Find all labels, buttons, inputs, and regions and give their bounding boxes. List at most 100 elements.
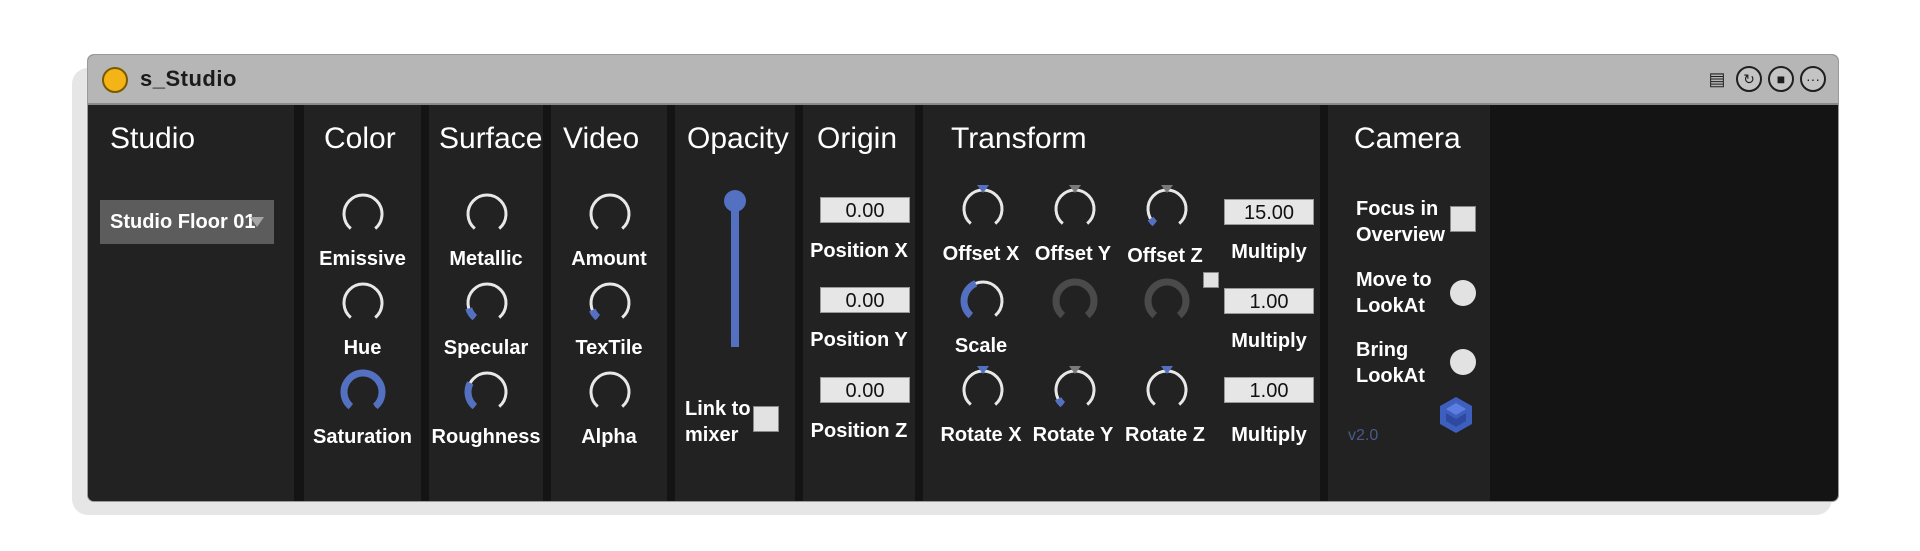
power-button[interactable]: [102, 67, 128, 93]
video-title: Video: [563, 122, 640, 155]
knob-fill: [340, 369, 386, 410]
multiply-rotate-field[interactable]: 1.00: [1224, 377, 1314, 403]
rotate-x-label: Rotate X: [940, 424, 1022, 446]
surface-panel: Surface Metallic Specular Roughness: [429, 105, 543, 501]
position-x-field[interactable]: 0.00: [820, 197, 910, 223]
link-to-mixer-checkbox[interactable]: [753, 406, 779, 432]
move-label-line1: Move to: [1356, 269, 1432, 291]
move-to-lookat-button[interactable]: [1450, 280, 1476, 306]
save-icon[interactable]: ■: [1768, 66, 1794, 92]
textile-knob[interactable]: [586, 277, 634, 332]
knob-fill: [465, 307, 478, 321]
video-panel: Video Amount TexTile Alpha: [551, 105, 667, 501]
metallic-label: Metallic: [449, 248, 523, 270]
textile-knob-graphic: [589, 282, 631, 321]
link-label-line2: mixer: [685, 424, 739, 446]
position-z-field[interactable]: 0.00: [820, 377, 910, 403]
rotate-z-label: Rotate Z: [1125, 424, 1205, 446]
knob-track: [962, 188, 1004, 225]
version-label: v2.0: [1348, 427, 1379, 444]
rotate-z-knob[interactable]: [1143, 364, 1191, 419]
metallic-knob[interactable]: [463, 188, 511, 243]
refresh-icon[interactable]: ↻: [1736, 66, 1762, 92]
offset-y-label: Offset Y: [1034, 243, 1112, 265]
alpha-label: Alpha: [581, 426, 637, 448]
link-label-line1: Link to: [685, 398, 751, 420]
opacity-panel: Opacity Link to mixer: [675, 105, 795, 501]
knob-fill: [960, 280, 978, 319]
surface-title: Surface: [439, 122, 543, 155]
amount-knob-graphic: [589, 193, 631, 230]
rotate-y-knob[interactable]: [1051, 364, 1099, 419]
more-icon[interactable]: ···: [1800, 66, 1826, 92]
device-window: s_Studio ▤ ↻ ■ ··· Studio Studio Floor 0…: [88, 55, 1838, 501]
camera-panel: Camera Focus in Overview Move to LookAt …: [1328, 105, 1490, 501]
move-label-line2: LookAt: [1356, 295, 1425, 317]
knob-fill: [1147, 216, 1158, 227]
offset-x-knob-graphic: [962, 185, 1004, 225]
position-z-label: Position Z: [810, 420, 908, 442]
opacity-slider-thumb[interactable]: [724, 190, 746, 212]
logo-icon: [1440, 397, 1472, 433]
knob-track: [342, 282, 384, 319]
scale-y-knob-disabled-graphic: [1052, 278, 1098, 319]
rotate-y-label: Rotate Y: [1032, 424, 1114, 446]
position-y-field[interactable]: 0.00: [820, 287, 910, 313]
multiply-rotate-label: Multiply: [1231, 424, 1307, 446]
scale-label: Scale: [954, 335, 1008, 357]
saturation-knob-graphic: [340, 369, 386, 410]
emissive-label: Emissive: [319, 248, 406, 270]
opacity-slider[interactable]: [715, 187, 755, 367]
knob-track: [466, 193, 508, 230]
bring-label-line2: LookAt: [1356, 365, 1425, 387]
title-bar: s_Studio ▤ ↻ ■ ···: [88, 55, 1838, 105]
multiply-scale-label: Multiply: [1231, 330, 1307, 352]
focus-label-line2: Overview: [1356, 224, 1445, 246]
emissive-knob[interactable]: [339, 188, 387, 243]
metallic-knob-graphic: [466, 193, 508, 230]
offset-z-knob[interactable]: [1143, 183, 1191, 238]
saturation-knob[interactable]: [339, 366, 387, 421]
knob-track: [589, 371, 631, 408]
focus-overview-checkbox[interactable]: [1450, 206, 1476, 232]
roughness-knob[interactable]: [463, 366, 511, 421]
multiply-offset-field[interactable]: 15.00: [1224, 199, 1314, 225]
knob-track: [589, 193, 631, 230]
rotate-z-knob-graphic: [1146, 366, 1188, 406]
emissive-knob-graphic: [342, 193, 384, 230]
alpha-knob[interactable]: [586, 366, 634, 421]
offset-x-knob[interactable]: [959, 183, 1007, 238]
bring-label-line1: Bring: [1356, 339, 1409, 361]
amount-knob[interactable]: [586, 188, 634, 243]
opacity-slider-track: [731, 197, 739, 347]
studio-dropdown[interactable]: Studio Floor 01: [100, 200, 274, 244]
roughness-label: Roughness: [431, 426, 541, 448]
amount-label: Amount: [571, 248, 647, 270]
studio-dropdown-value: Studio Floor 01: [110, 211, 256, 233]
scale-knob[interactable]: [959, 275, 1007, 330]
knob-fill: [1055, 397, 1066, 408]
knob-track: [1052, 278, 1098, 319]
textile-label: TexTile: [575, 337, 643, 359]
rotate-y-knob-graphic: [1054, 366, 1096, 408]
scale-knob-graphic: [960, 280, 1004, 319]
multiply-scale-field[interactable]: 1.00: [1224, 288, 1314, 314]
uniform-scale-checkbox[interactable]: [1203, 272, 1219, 288]
saturation-label: Saturation: [313, 426, 412, 448]
knob-fill: [589, 308, 601, 321]
hue-knob[interactable]: [339, 277, 387, 332]
hue-knob-graphic: [342, 282, 384, 319]
origin-title: Origin: [817, 122, 898, 155]
knob-track: [1146, 369, 1188, 406]
position-x-label: Position X: [810, 240, 908, 262]
offset-y-knob[interactable]: [1051, 183, 1099, 238]
specular-knob[interactable]: [463, 277, 511, 332]
offset-z-label: Offset Z: [1127, 245, 1203, 267]
calendar-icon[interactable]: ▤: [1704, 66, 1730, 92]
specular-knob-graphic: [465, 282, 508, 321]
offset-z-knob-graphic: [1146, 185, 1188, 227]
camera-title: Camera: [1354, 122, 1461, 155]
bring-lookat-button[interactable]: [1450, 349, 1476, 375]
color-panel: Color Emissive Hue Saturation: [304, 105, 421, 501]
rotate-x-knob[interactable]: [959, 364, 1007, 419]
